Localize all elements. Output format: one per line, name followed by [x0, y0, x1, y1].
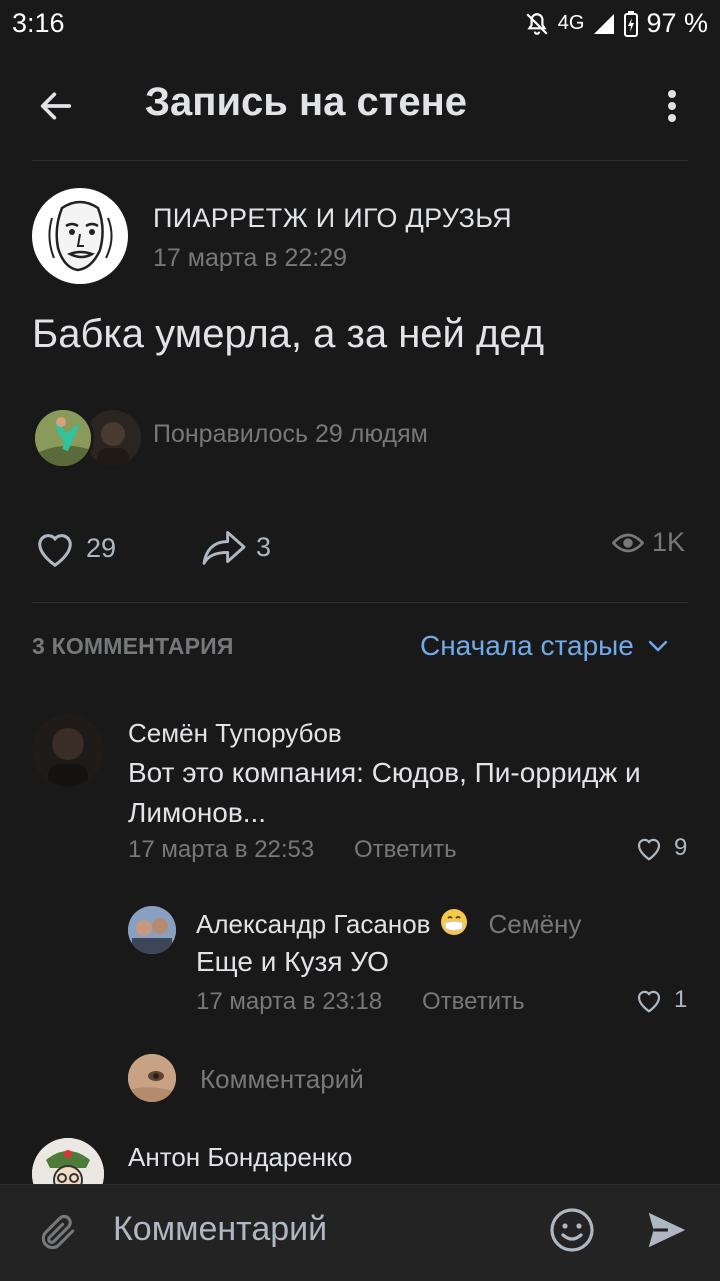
post-text: Бабка умерла, а за ней дед: [32, 312, 545, 356]
comments-count: 3 КОММЕНТАРИЯ: [32, 633, 234, 659]
mask-emoji-icon: [440, 908, 468, 941]
comment-like-button[interactable]: 1: [634, 986, 687, 1014]
comment-author[interactable]: Александр Гасанов: [196, 909, 430, 940]
send-button[interactable]: [640, 1204, 692, 1256]
comment-date: 17 марта в 23:18: [196, 988, 383, 1015]
share-icon: [202, 531, 246, 565]
comments-sort-dropdown[interactable]: Сначала старые: [420, 630, 668, 662]
comment-date: 17 марта в 22:53: [128, 836, 315, 863]
liker-avatar-1[interactable]: [32, 407, 94, 469]
eye-icon: [612, 533, 644, 552]
more-menu-button[interactable]: [650, 80, 694, 132]
like-count: 29: [86, 532, 117, 563]
emoji-button[interactable]: [546, 1204, 598, 1256]
reply-button[interactable]: Ответить: [354, 836, 457, 864]
like-button[interactable]: 29: [32, 527, 116, 569]
header-divider: [32, 160, 688, 161]
status-time: 3:16: [12, 8, 65, 38]
signal-icon: [592, 12, 616, 36]
reply-button[interactable]: Ответить: [422, 988, 525, 1016]
status-icons: 4G 97 %: [524, 8, 708, 39]
community-avatar[interactable]: [32, 188, 128, 284]
muted-notifications-icon: [524, 11, 550, 37]
comment-author[interactable]: Семён Тупорубов: [128, 718, 342, 749]
comment-avatar[interactable]: [32, 714, 104, 786]
post-author-name[interactable]: ПИАРРЕТЖ И ИГО ДРУЗЬЯ: [153, 203, 512, 234]
chevron-down-icon: [648, 640, 668, 652]
comment-author[interactable]: Антон Бондаренко: [128, 1142, 352, 1173]
heart-icon: [637, 990, 661, 1013]
post-divider: [32, 602, 688, 603]
heart-icon: [38, 534, 72, 568]
paperclip-icon: [41, 1214, 75, 1250]
reply-to[interactable]: Семёну: [488, 909, 581, 940]
network-label: 4G: [557, 12, 585, 34]
more-vertical-icon: [668, 90, 676, 122]
comment-bar: [0, 1184, 720, 1281]
comment-like-count: 1: [674, 986, 688, 1013]
comment-like-count: 9: [674, 834, 688, 861]
comment-text: Еще и Кузя УО: [196, 946, 389, 977]
share-button[interactable]: 3: [200, 527, 271, 567]
battery-percent: 97 %: [646, 8, 708, 38]
comment-text-line: Вот это компания: Сюдов, Пи-орридж и: [128, 757, 641, 788]
arrow-left-icon: [40, 92, 72, 120]
smile-icon: [550, 1208, 594, 1252]
send-icon: [648, 1212, 686, 1248]
battery-icon: [624, 10, 639, 37]
comment-like-button[interactable]: 9: [634, 834, 687, 862]
comment-input[interactable]: Комментарий: [113, 1210, 327, 1249]
reply-avatar[interactable]: [128, 906, 176, 954]
comment-text-line: Лимонов...: [128, 797, 267, 828]
views-counter: 1K: [612, 527, 685, 558]
comment-text: Вот это компания: Сюдов, Пи-орридж и Лим…: [128, 753, 698, 833]
attach-button[interactable]: [30, 1204, 86, 1260]
post-date: 17 марта в 22:29: [153, 244, 348, 272]
reply-comment-field[interactable]: Комментарий: [200, 1064, 364, 1095]
sort-label: Сначала старые: [420, 630, 634, 661]
liked-by-text[interactable]: Понравилось 29 людям: [153, 420, 428, 449]
own-avatar: [128, 1054, 176, 1102]
reply-header: Александр Гасанов Семёну: [196, 908, 581, 941]
views-count: 1K: [652, 527, 686, 557]
page-title: Запись на стене: [145, 80, 468, 124]
share-count: 3: [256, 531, 272, 562]
back-button[interactable]: [30, 80, 82, 132]
heart-icon: [637, 838, 661, 861]
